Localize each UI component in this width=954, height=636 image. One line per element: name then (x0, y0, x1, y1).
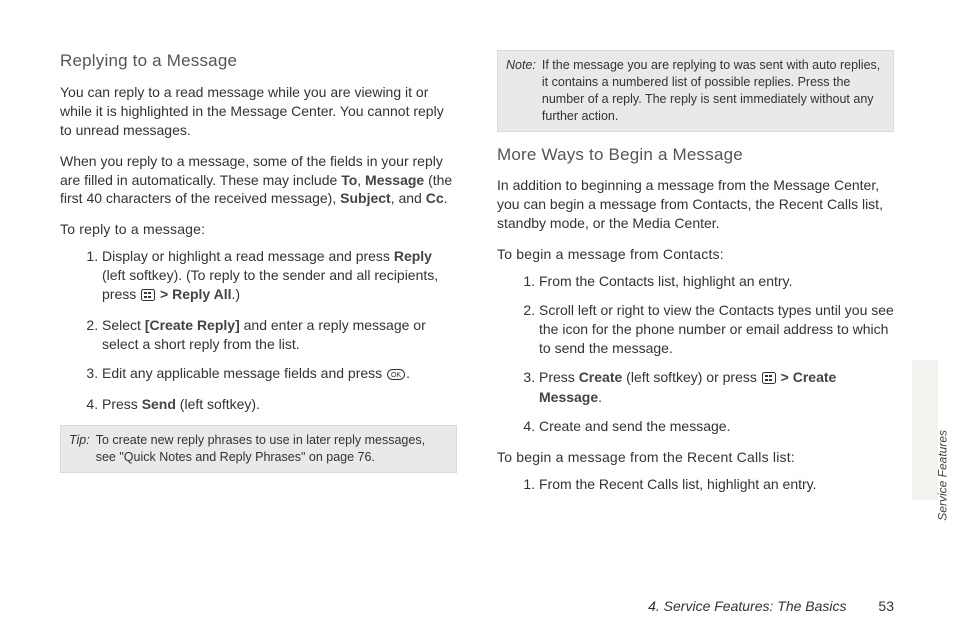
bold-create: Create (579, 369, 623, 385)
thumb-tab-label: Service Features (936, 430, 950, 521)
subheading-contacts: To begin a message from Contacts: (497, 245, 894, 264)
list-item: Create and send the message. (539, 417, 894, 436)
text: . (406, 365, 410, 381)
left-column: Replying to a Message You can reply to a… (60, 50, 457, 506)
ordered-list-recent-calls: From the Recent Calls list, highlight an… (497, 475, 894, 494)
subheading-reply: To reply to a message: (60, 220, 457, 239)
section-heading-more-ways: More Ways to Begin a Message (497, 144, 894, 167)
manual-page: Replying to a Message You can reply to a… (0, 0, 954, 636)
note-body: If the message you are replying to was s… (542, 57, 885, 125)
tip-label: Tip: (69, 432, 90, 466)
footer-chapter: 4. Service Features: The Basics (648, 598, 846, 614)
text: Press (102, 396, 142, 412)
list-item: From the Contacts list, highlight an ent… (539, 272, 894, 291)
svg-text:OK: OK (391, 372, 401, 379)
bold-cc: Cc (426, 190, 444, 206)
tip-body: To create new reply phrases to use in la… (96, 432, 448, 466)
text: > (777, 369, 793, 385)
list-item: Display or highlight a read message and … (102, 247, 457, 306)
paragraph: When you reply to a message, some of the… (60, 152, 457, 209)
section-heading-replying: Replying to a Message (60, 50, 457, 73)
text: .) (231, 286, 240, 302)
list-item: From the Recent Calls list, highlight an… (539, 475, 894, 494)
text: , (357, 172, 365, 188)
two-column-layout: Replying to a Message You can reply to a… (60, 50, 894, 506)
note-label: Note: (506, 57, 536, 125)
subheading-recent-calls: To begin a message from the Recent Calls… (497, 448, 894, 467)
tip-callout: Tip: To create new reply phrases to use … (60, 425, 457, 473)
text: Display or highlight a read message and … (102, 248, 394, 264)
right-column: Note: If the message you are replying to… (497, 50, 894, 506)
menu-key-icon (762, 370, 776, 389)
bold-create-reply: [Create Reply] (145, 317, 240, 333)
list-item: Edit any applicable message fields and p… (102, 364, 457, 385)
list-item: Scroll left or right to view the Contact… (539, 301, 894, 358)
list-item: Press Send (left softkey). (102, 395, 457, 414)
footer-page-number: 53 (878, 598, 894, 614)
page-footer: 4. Service Features: The Basics 53 (648, 598, 894, 614)
list-item: Select [Create Reply] and enter a reply … (102, 316, 457, 354)
text: > (156, 286, 172, 302)
ok-key-icon: OK (387, 366, 405, 385)
bold-reply: Reply (394, 248, 432, 264)
list-item: Press Create (left softkey) or press > C… (539, 368, 894, 408)
bold-subject: Subject (340, 190, 391, 206)
ordered-list-contacts: From the Contacts list, highlight an ent… (497, 272, 894, 436)
text: . (444, 190, 448, 206)
text: , and (391, 190, 426, 206)
bold-reply-all: Reply All (172, 286, 231, 302)
bold-to: To (341, 172, 357, 188)
ordered-list-reply: Display or highlight a read message and … (60, 247, 457, 413)
text: (left softkey). (176, 396, 260, 412)
thumb-tab (912, 360, 938, 500)
text: Edit any applicable message fields and p… (102, 365, 386, 381)
bold-send: Send (142, 396, 176, 412)
note-callout: Note: If the message you are replying to… (497, 50, 894, 132)
text: (left softkey) or press (622, 369, 760, 385)
menu-key-icon (141, 287, 155, 306)
text: Press (539, 369, 579, 385)
text: Select (102, 317, 145, 333)
paragraph: In addition to beginning a message from … (497, 176, 894, 233)
bold-message: Message (365, 172, 424, 188)
paragraph: You can reply to a read message while yo… (60, 83, 457, 140)
text: . (598, 389, 602, 405)
